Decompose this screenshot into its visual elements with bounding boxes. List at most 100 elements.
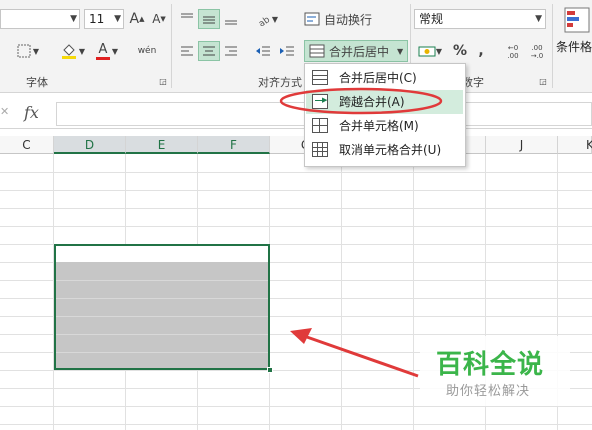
merge-dropdown-menu: 合并后居中(C) ▶ 跨越合并(A) 合并单元格(M) 取消单元格合并(U) — [304, 63, 466, 167]
gridline-row — [0, 190, 592, 191]
middle-align-icon — [203, 16, 215, 24]
menu-item-merge-center[interactable]: 合并后居中(C) — [306, 66, 463, 90]
watermark-subtitle: 助你轻松解决 — [446, 384, 531, 399]
accounting-format-button[interactable]: ▼ — [414, 41, 446, 61]
insert-function-button[interactable]: fx — [24, 103, 39, 122]
paint-bucket-icon — [61, 44, 76, 59]
dialog-launcher-icon[interactable]: ◲ — [158, 76, 168, 86]
column-header-j[interactable]: J — [486, 136, 558, 154]
wrap-text-button[interactable]: 自动换行 — [304, 9, 376, 29]
align-left-button[interactable] — [176, 41, 198, 61]
gridline-col — [341, 154, 342, 430]
dialog-launcher-icon[interactable]: ◲ — [538, 76, 548, 86]
gridline-col — [413, 154, 414, 430]
decrease-indent-icon — [256, 46, 270, 56]
decrease-decimal-button[interactable]: .00 →.0 — [526, 41, 548, 63]
unmerge-cells-icon — [312, 142, 328, 157]
cancel-icon[interactable]: ✕ — [0, 105, 9, 118]
currency-icon — [418, 46, 436, 57]
gridline-row — [56, 316, 268, 317]
gridline-row — [0, 208, 592, 209]
text-orientation-icon: ab — [257, 15, 272, 26]
conditional-format-button[interactable]: 条件格 — [556, 4, 592, 66]
menu-item-label: 取消单元格合并(U) — [339, 143, 442, 157]
font-name-combo[interactable]: ▼ — [0, 9, 80, 29]
number-format-combo[interactable]: 常规 ▼ — [414, 9, 546, 29]
wrap-text-icon — [304, 12, 320, 26]
menu-item-label: 合并单元格(M) — [339, 119, 419, 133]
wrap-text-label: 自动换行 — [324, 12, 373, 27]
fill-handle[interactable] — [267, 367, 273, 373]
svg-text:ab: ab — [257, 15, 272, 26]
middle-align-button[interactable] — [198, 9, 220, 29]
number-format-value: 常规 — [419, 12, 444, 26]
bottom-align-icon — [225, 20, 237, 25]
gridline-row — [56, 334, 268, 335]
font-color-glyph: A — [98, 42, 108, 57]
phonetic-guide-button[interactable]: wén — [134, 41, 160, 61]
chevron-down-icon: ▼ — [114, 14, 121, 24]
decrease-decimal-arrow-icon: →.0 — [530, 52, 544, 60]
font-color-button[interactable]: A ▼ — [92, 41, 122, 61]
column-header-k[interactable]: K — [558, 136, 592, 154]
merge-center-button[interactable]: 合并后居中 ▼ — [304, 40, 408, 62]
column-header-e[interactable]: E — [126, 136, 198, 154]
decrease-indent-button[interactable] — [252, 41, 274, 61]
align-right-icon — [225, 46, 237, 56]
increase-decimal-button[interactable]: ←0.00 — [502, 41, 524, 63]
selected-range[interactable] — [54, 244, 270, 370]
gridline-row — [56, 352, 268, 353]
font-size-value: 11 — [89, 12, 105, 26]
menu-item-unmerge-cells[interactable]: 取消单元格合并(U) — [306, 138, 463, 162]
chevron-down-icon: ▼ — [397, 46, 404, 56]
comma-style-button[interactable]: , — [472, 41, 490, 61]
gridline-row — [0, 424, 592, 425]
percent-style-button[interactable]: % — [450, 41, 470, 61]
group-separator — [171, 4, 172, 88]
merge-across-icon: ▶ — [312, 94, 328, 109]
align-left-icon — [181, 46, 193, 56]
grow-font-glyph: A — [129, 11, 140, 27]
phonetic-glyph: wén — [137, 46, 157, 56]
borders-icon — [17, 44, 31, 58]
grow-font-button[interactable]: A ▲ — [128, 9, 146, 29]
column-header-d[interactable]: D — [54, 136, 126, 154]
orientation-button[interactable]: ab ▼ — [252, 9, 282, 29]
font-size-combo[interactable]: 11 ▼ — [84, 9, 124, 29]
align-center-icon — [203, 46, 215, 56]
align-right-button[interactable] — [220, 41, 242, 61]
menu-item-merge-cells[interactable]: 合并单元格(M) — [306, 114, 463, 138]
gridline-row — [0, 172, 592, 173]
increase-decimal-arrow-icon: ←0 — [507, 44, 519, 52]
shrink-font-glyph: A — [152, 12, 161, 26]
group-align-label: 对齐方式 — [258, 76, 302, 89]
column-header-f[interactable]: F — [198, 136, 270, 154]
merge-cells-icon — [312, 118, 328, 133]
bottom-align-button[interactable] — [220, 9, 242, 29]
column-header-c[interactable]: C — [0, 136, 54, 154]
fill-color-button[interactable]: ▼ — [58, 41, 88, 61]
conditional-format-label: 条件格 — [556, 40, 592, 54]
comma-glyph: , — [478, 43, 484, 59]
merge-center-icon — [312, 70, 328, 85]
borders-button[interactable]: ▼ — [14, 41, 42, 61]
menu-item-merge-across[interactable]: ▶ 跨越合并(A) — [306, 90, 463, 114]
increase-indent-button[interactable] — [276, 41, 298, 61]
menu-item-label: 合并后居中(C) — [339, 71, 417, 85]
gridline-row — [0, 406, 592, 407]
menu-item-label: 跨越合并(A) — [339, 95, 405, 109]
increase-decimal-glyph: .00 — [507, 52, 519, 60]
merge-center-label: 合并后居中 — [329, 44, 390, 59]
shrink-font-button[interactable]: A ▼ — [150, 9, 168, 29]
ribbon: ▼ 11 ▼ A ▲ A ▼ ▼ ▼ A ▼ wén 字体 ◲ ab ▼ 自动换行 — [0, 0, 592, 93]
gridline-row — [0, 226, 592, 227]
group-separator — [552, 4, 553, 88]
percent-glyph: % — [452, 43, 468, 59]
top-align-button[interactable] — [176, 9, 198, 29]
align-center-button[interactable] — [198, 41, 220, 61]
gridline-row — [56, 298, 268, 299]
watermark-title: 百科全说 — [436, 350, 545, 380]
decrease-decimal-glyph: .00 — [531, 44, 543, 52]
group-font-label: 字体 — [26, 76, 48, 89]
chevron-down-icon: ▼ — [70, 14, 77, 24]
